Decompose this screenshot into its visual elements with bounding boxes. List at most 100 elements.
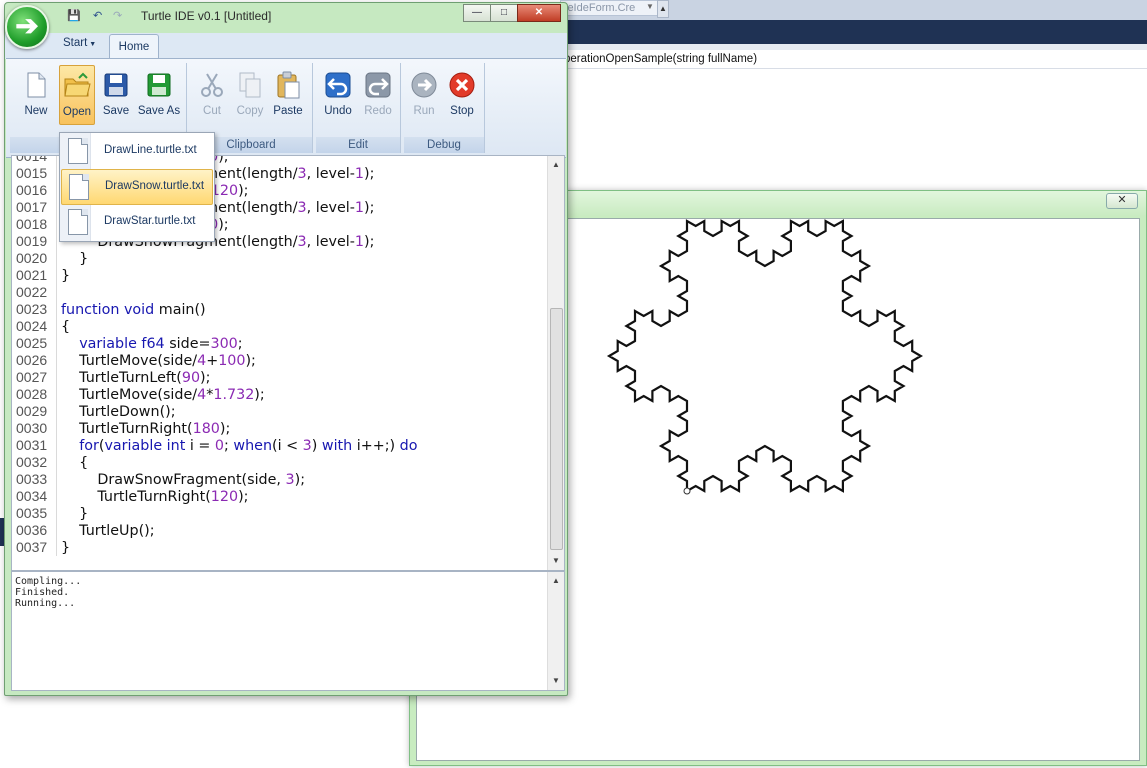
line-number: 0028 [16, 386, 48, 402]
line-number: 0031 [16, 437, 48, 453]
output-console[interactable]: Compling... Finished. Running... ▲ ▼ [11, 571, 565, 691]
chevron-down-icon: ▼ [646, 2, 654, 11]
undo-button[interactable]: Undo [318, 65, 358, 123]
line-number: 0021 [16, 267, 48, 283]
line-number: 0015 [16, 165, 48, 181]
code-line: 0029 TurtleDown(); [16, 403, 417, 420]
close-button[interactable]: ✕ [517, 4, 561, 22]
line-number: 0026 [16, 352, 48, 368]
bg-code-signature: perationOpenSample(string fullName) [560, 50, 1147, 69]
redo-button-label: Redo [364, 105, 392, 117]
ribbon-group-edit: Undo Redo Edit [316, 63, 401, 153]
bg-editor-header [560, 20, 1147, 44]
stop-icon [449, 72, 475, 98]
tab-start[interactable]: Start ▼ [63, 37, 96, 49]
scroll-up-icon[interactable]: ▲ [548, 158, 564, 172]
gutter-separator [56, 437, 57, 454]
app-menu-button[interactable]: ➔ [5, 5, 49, 49]
ide-titlebar[interactable]: 💾 ↶ ↷ Turtle IDE v0.1 [Untitled] — □ ✕ [5, 3, 567, 33]
save-button[interactable]: Save [96, 65, 136, 123]
code-line: 0028 TurtleMove(side/4*1.732); [16, 386, 417, 403]
paste-button[interactable]: Paste [268, 65, 308, 123]
code-text: function void main() [61, 302, 206, 318]
editor-scrollbar[interactable]: ▲ ▼ [547, 156, 564, 570]
menu-item-label: DrawLine.turtle.txt [104, 144, 197, 156]
code-line: 0036 TurtleUp(); [16, 522, 417, 539]
gutter-separator [56, 522, 57, 539]
minimize-button[interactable]: — [463, 4, 491, 22]
open-folder-icon [64, 72, 91, 97]
save-button-label: Save [102, 105, 130, 117]
code-line: 0033 DrawSnowFragment(side, 3); [16, 471, 417, 488]
save-as-button[interactable]: Save As [136, 65, 182, 123]
code-line: 0037} [16, 539, 417, 556]
scroll-up-icon[interactable]: ▲ [548, 574, 564, 588]
gutter-separator [56, 403, 57, 420]
run-button[interactable]: Run [404, 65, 444, 123]
menu-item-drawsnow[interactable]: DrawSnow.turtle.txt [61, 169, 213, 205]
turtle-ide-window: 💾 ↶ ↷ Turtle IDE v0.1 [Untitled] — □ ✕ S… [4, 2, 568, 696]
open-button[interactable]: Open [59, 65, 95, 125]
maximize-button[interactable]: □ [490, 4, 518, 22]
gutter-separator [56, 216, 57, 233]
code-text: for(variable int i = 0; when(i < 3) with… [79, 438, 418, 454]
code-line: 0026 TurtleMove(side/4+100); [16, 352, 417, 369]
redo-icon [365, 72, 391, 98]
open-button-label: Open [62, 106, 92, 118]
scroll-down-icon[interactable]: ▼ [548, 674, 564, 688]
line-number: 0023 [16, 301, 48, 317]
code-text: { [61, 319, 71, 335]
undo-icon[interactable]: ↶ [93, 9, 102, 22]
code-text: TurtleUp(); [61, 523, 155, 539]
code-text: TurtleMove(side/4+100); [61, 353, 256, 369]
menu-item-drawline[interactable]: DrawLine.turtle.txt [61, 134, 213, 168]
ribbon-group-debug: Run Stop Debug [404, 63, 485, 153]
code-text: } [61, 268, 71, 284]
scissors-icon [201, 73, 223, 97]
code-line: 0032 { [16, 454, 417, 471]
copy-button[interactable]: Copy [230, 65, 270, 123]
code-text: TurtleTurnRight(180); [61, 421, 231, 437]
gutter-separator [56, 352, 57, 369]
line-number: 0037 [16, 539, 48, 555]
copy-icon [239, 72, 261, 98]
new-file-icon [27, 72, 46, 98]
menu-item-drawstar[interactable]: DrawStar.turtle.txt [61, 205, 213, 239]
run-icon [411, 72, 437, 98]
cut-button[interactable]: Cut [192, 65, 232, 123]
redo-button[interactable]: Redo [358, 65, 398, 123]
tab-home[interactable]: Home [109, 34, 159, 60]
ribbon-group-label: Debug [404, 137, 484, 153]
scrollbar-thumb[interactable] [550, 308, 563, 550]
save-as-icon [147, 73, 171, 97]
line-number: 0029 [16, 403, 48, 419]
redo-icon[interactable]: ↷ [113, 9, 122, 22]
code-line: 0020 } [16, 250, 417, 267]
line-number: 0024 [16, 318, 48, 334]
line-number: 0020 [16, 250, 48, 266]
line-number: 0036 [16, 522, 48, 538]
document-icon [69, 174, 89, 200]
code-text: TurtleDown(); [61, 404, 176, 420]
chevron-down-icon: ▼ [89, 41, 97, 48]
code-line: 0035 } [16, 505, 417, 522]
stop-button[interactable]: Stop [442, 65, 482, 123]
scroll-down-icon[interactable]: ▼ [548, 554, 564, 568]
close-button[interactable]: ✕ [1106, 193, 1138, 209]
line-number: 0014 [16, 155, 48, 164]
line-number: 0018 [16, 216, 48, 232]
bg-split-button[interactable]: ▲ [657, 0, 669, 18]
save-icon [104, 73, 128, 97]
output-scrollbar[interactable]: ▲ ▼ [547, 572, 564, 690]
code-text: } [61, 251, 89, 267]
save-icon[interactable]: 💾 [67, 9, 81, 22]
undo-button-label: Undo [324, 105, 352, 117]
gutter-separator [56, 165, 57, 182]
code-text: TurtleTurnRight(120); [61, 489, 249, 505]
snowflake-path [606, 219, 923, 493]
menu-item-label: DrawStar.turtle.txt [104, 215, 196, 227]
new-button[interactable]: New [16, 65, 56, 123]
paste-icon [277, 71, 300, 99]
gutter-separator [56, 156, 57, 165]
turtle-cursor [683, 487, 691, 495]
